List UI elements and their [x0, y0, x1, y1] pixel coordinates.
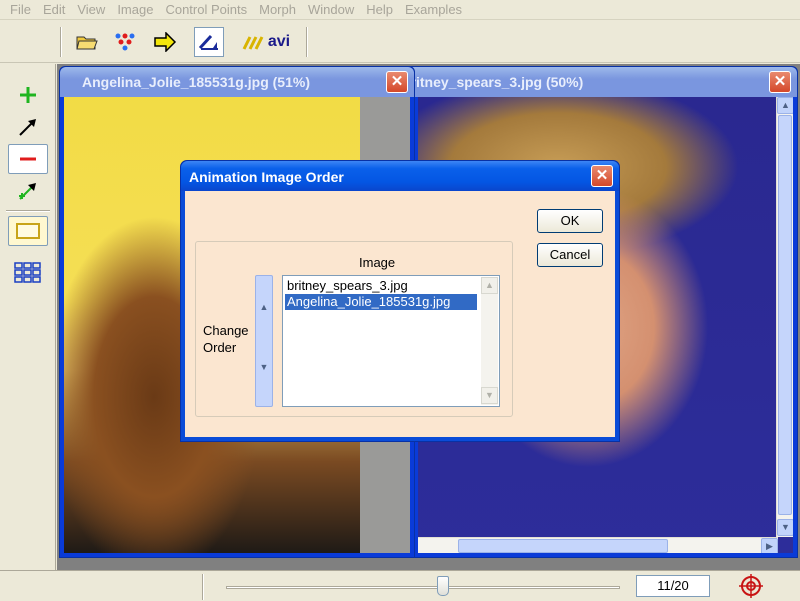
rectangle-icon: [16, 223, 40, 239]
menu-bar: File Edit View Image Control Points Morp…: [0, 0, 800, 20]
move-point-button[interactable]: [8, 112, 48, 142]
move-down-arrow-icon[interactable]: ▼: [256, 362, 272, 372]
color-dots-button[interactable]: [110, 27, 140, 57]
list-vertical-scrollbar[interactable]: ▲ ▼: [481, 277, 498, 405]
frame-counter: 11/20: [636, 575, 710, 597]
target-icon[interactable]: [736, 574, 766, 601]
tool-palette: [0, 64, 56, 574]
link-points-button[interactable]: [8, 176, 48, 206]
open-folder-button[interactable]: [72, 27, 102, 57]
warp-button[interactable]: [194, 27, 224, 57]
change-order-line1: Change: [203, 323, 249, 338]
rectangle-tool-button[interactable]: [8, 216, 48, 246]
scroll-down-arrow-icon[interactable]: ▼: [777, 519, 793, 536]
toolbar-separator: [306, 27, 308, 57]
link-points-icon: [19, 183, 36, 200]
britney-hscroll-thumb[interactable]: [458, 539, 668, 553]
open-folder-icon: [76, 36, 98, 50]
add-point-button[interactable]: [8, 80, 48, 110]
list-item-selected[interactable]: Angelina_Jolie_185531g.jpg: [285, 294, 477, 310]
angelina-window-title[interactable]: Angelina_Jolie_185531g.jpg (51%): [60, 67, 414, 97]
morph-lines-icon: [242, 36, 264, 50]
status-bar: 11/20: [0, 570, 800, 600]
dialog-title[interactable]: Animation Image Order: [181, 161, 619, 191]
scroll-right-arrow-icon[interactable]: ▶: [761, 538, 778, 553]
status-separator: [202, 574, 204, 600]
dialog-close-button[interactable]: ✕: [591, 165, 613, 187]
order-spinner[interactable]: ▲ ▼: [255, 275, 273, 407]
change-order-line2: Order: [203, 340, 237, 355]
palette-separator: [6, 210, 50, 212]
menu-control-points[interactable]: Control Points: [159, 0, 253, 20]
toolbar: avi: [0, 21, 800, 63]
britney-vertical-scrollbar[interactable]: ▲ ▼: [776, 97, 793, 537]
forward-arrow-icon: [154, 32, 177, 52]
remove-point-icon: [20, 157, 36, 161]
dialog-body: OK Cancel Image Change Order ▲ ▼ britney…: [185, 191, 615, 437]
toolbar-separator: [60, 27, 62, 57]
menu-examples[interactable]: Examples: [399, 0, 468, 20]
avi-label: avi: [267, 33, 291, 50]
menu-morph[interactable]: Morph: [253, 0, 302, 20]
image-group-label: Image: [359, 255, 396, 270]
menu-help[interactable]: Help: [360, 0, 399, 20]
frame-slider-thumb[interactable]: [436, 576, 449, 596]
warp-icon: [198, 34, 218, 50]
grid-tool-button[interactable]: [8, 258, 48, 288]
scroll-up-arrow-icon[interactable]: ▲: [777, 97, 793, 114]
britney-vscroll-thumb[interactable]: [778, 115, 792, 515]
cancel-button[interactable]: Cancel: [537, 243, 603, 267]
grid-icon: [14, 262, 41, 283]
menu-window[interactable]: Window: [302, 0, 360, 20]
menu-view[interactable]: View: [71, 0, 111, 20]
animation-order-dialog: Animation Image Order ✕ OK Cancel Image …: [180, 160, 620, 442]
list-scroll-down-arrow-icon[interactable]: ▼: [481, 387, 498, 404]
remove-point-button[interactable]: [8, 144, 48, 174]
move-up-arrow-icon[interactable]: ▲: [256, 302, 272, 312]
menu-edit[interactable]: Edit: [37, 0, 71, 20]
britney-horizontal-scrollbar[interactable]: ▶: [418, 537, 778, 553]
change-order-label: Change Order: [203, 322, 249, 356]
forward-button[interactable]: [150, 27, 180, 57]
color-dots-icon: [115, 33, 135, 51]
list-item[interactable]: britney_spears_3.jpg: [285, 278, 479, 294]
image-order-list[interactable]: britney_spears_3.jpg Angelina_Jolie_1855…: [282, 275, 500, 407]
list-scroll-up-arrow-icon[interactable]: ▲: [481, 277, 498, 294]
menu-image[interactable]: Image: [111, 0, 159, 20]
add-point-icon: [20, 87, 36, 103]
angelina-close-button[interactable]: ✕: [386, 71, 408, 93]
make-avi-button[interactable]: avi: [236, 27, 296, 57]
menu-file[interactable]: File: [4, 0, 37, 20]
frame-slider-track[interactable]: [226, 586, 620, 589]
move-arrow-icon: [19, 119, 36, 136]
ok-button[interactable]: OK: [537, 209, 603, 233]
britney-window-title[interactable]: britney_spears_3.jpg (50%): [396, 67, 797, 97]
britney-close-button[interactable]: ✕: [769, 71, 791, 93]
